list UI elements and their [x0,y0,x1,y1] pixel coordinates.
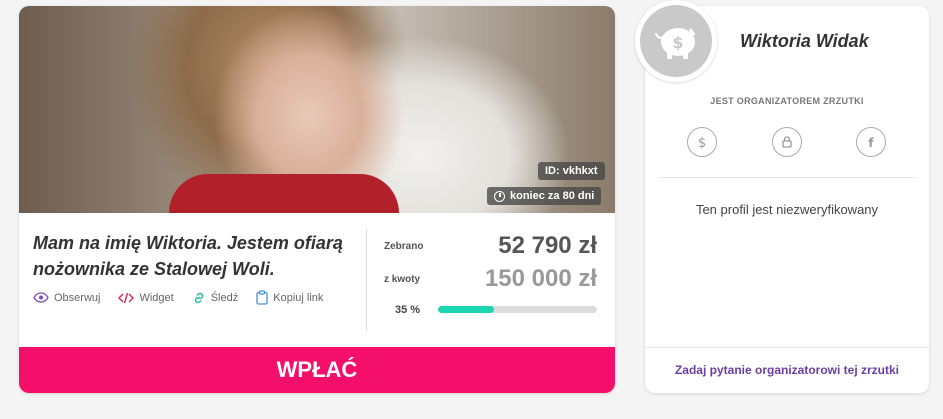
clock-icon [494,190,505,202]
progress-bar-fill [438,306,494,313]
copy-link-action[interactable]: Kopiuj link [256,290,323,305]
progress-percent: 35 % [395,304,421,316]
campaign-card: ID: vkhkxt koniec za 80 dni Mam na imię … [19,6,615,393]
organizer-panel: $ Wiktoria Widak JEST ORGANIZATOREM ZRZU… [635,0,929,393]
widget-label: Widget [139,291,174,304]
eye-icon [33,292,49,303]
ask-organizer-link[interactable]: Zadaj pytanie organizatorowi tej zrzutki [645,363,929,377]
avatar[interactable]: $ [635,0,717,82]
campaign-actions: Obserwuj Widget Śledź Kopiuj link [33,290,323,305]
progress-bar [438,306,597,313]
avatar-placeholder: $ [640,5,712,77]
svg-text:$: $ [672,33,683,52]
dollar-icon[interactable]: $ [687,127,717,157]
widget-action[interactable]: Widget [118,290,174,305]
follow-action[interactable]: Obserwuj [33,290,100,305]
collected-label: Zebrano [384,241,424,252]
goal-label: z kwoty [384,274,421,285]
donate-button[interactable]: WPŁAĆ [19,347,615,393]
track-label: Śledź [210,291,239,304]
facebook-icon[interactable]: f [856,127,886,157]
goal-amount: 150 000 zł [484,265,597,292]
ask-divider [645,347,929,348]
svg-text:$: $ [698,136,706,150]
lock-icon[interactable] [772,127,802,157]
verification-status: Ten profil jest niezweryfikowany [695,202,879,217]
photo-shirt [169,174,399,213]
campaign-title: Mam na imię Wiktoria. Jestem ofiarą nożo… [33,233,343,279]
clipboard-icon [256,290,268,305]
organizer-role: JEST ORGANIZATOREM ZRZUTKI [710,96,864,106]
collected-amount: 52 790 zł [498,232,597,259]
link-icon [194,292,203,303]
track-action[interactable]: Śledź [192,290,239,305]
stats-divider [366,229,367,331]
end-date-text: koniec za 80 dni [510,190,595,202]
piggy-bank-icon: $ [655,28,696,59]
campaign-photo[interactable]: ID: vkhkxt koniec za 80 dni [19,6,615,213]
svg-text:f: f [868,136,874,149]
organizer-divider [659,177,915,178]
copy-link-label: Kopiuj link [273,291,324,304]
organizer-name[interactable]: Wiktoria Widak [740,31,869,52]
code-icon [118,292,135,303]
follow-label: Obserwuj [54,291,101,304]
campaign-id-badge: ID: vkhkxt [538,162,605,180]
end-date-badge: koniec za 80 dni [487,187,602,205]
